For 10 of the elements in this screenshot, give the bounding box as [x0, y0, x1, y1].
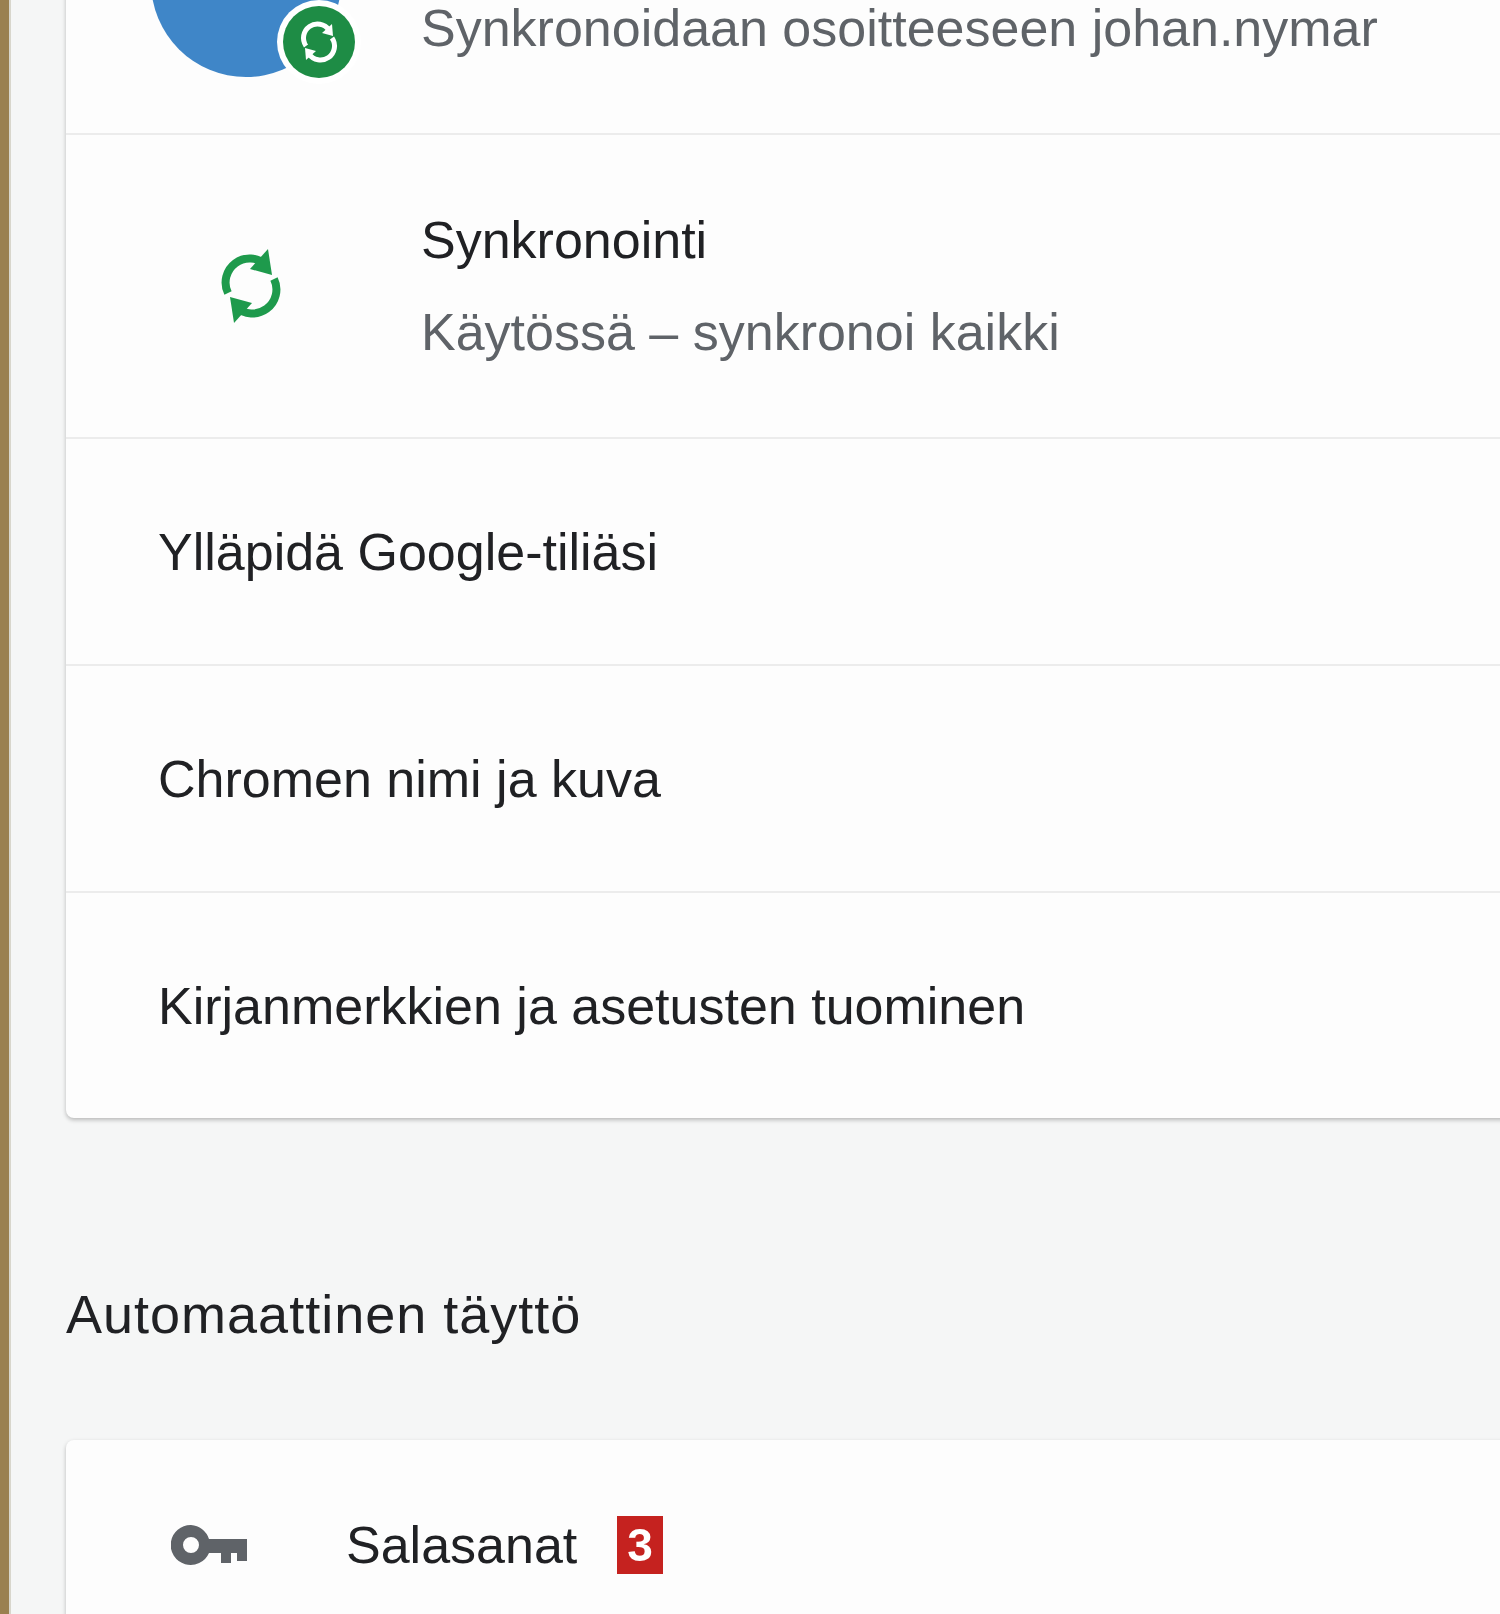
sync-status-text: Synkronoidaan osoitteeseen johan.nymar: [421, 0, 1378, 59]
settings-link[interactable]: Ylläpidä Google-tiliäsi: [66, 437, 1500, 664]
passwords-link[interactable]: Salasanat: [346, 1515, 578, 1575]
settings-link[interactable]: Kirjanmerkkien ja asetusten tuominen: [66, 891, 1500, 1118]
section-heading: Automaattinen täyttö: [66, 1283, 583, 1345]
sync-row[interactable]: Synkronointi Käytössä – synkronoi kaikki: [66, 133, 1500, 437]
settings-link[interactable]: Chromen nimi ja kuva: [66, 664, 1500, 891]
sync-subtitle: Käytössä – synkronoi kaikki: [421, 302, 1060, 362]
sync-title: Synkronointi: [421, 210, 709, 270]
count-badge: 3: [617, 1516, 663, 1574]
